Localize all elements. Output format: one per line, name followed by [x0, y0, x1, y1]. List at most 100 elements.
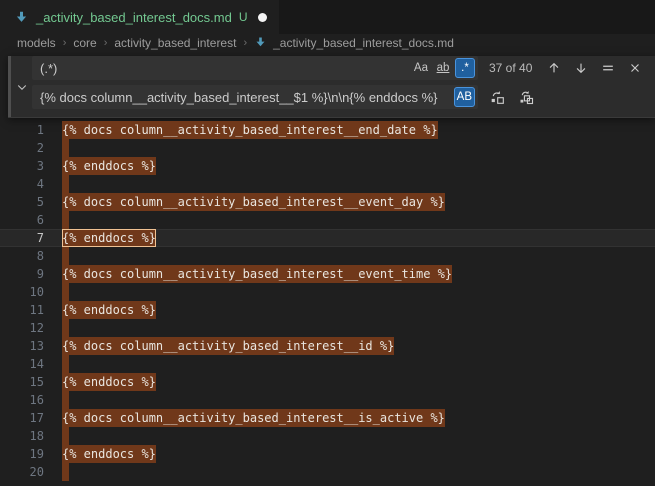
replace-actions — [487, 87, 536, 107]
find-in-selection-button[interactable] — [598, 58, 618, 78]
editor-line[interactable]: 8 — [0, 247, 655, 265]
line-content[interactable] — [62, 139, 69, 157]
line-number: 11 — [0, 301, 44, 319]
line-content[interactable]: {% enddocs %} — [62, 373, 156, 391]
line-content[interactable]: {% enddocs %} — [62, 301, 156, 319]
find-match-highlight — [62, 427, 69, 445]
modified-dot-icon[interactable] — [258, 13, 267, 22]
find-replace-widget: (.*) Aa ab .* 37 of 40 — [8, 56, 655, 118]
breadcrumb-file[interactable]: _activity_based_interest_docs.md — [273, 36, 454, 50]
find-match-highlight: {% enddocs %} — [62, 373, 156, 391]
find-match-highlight: {% enddocs %} — [62, 157, 156, 175]
breadcrumb-models[interactable]: models — [17, 36, 56, 50]
find-match-highlight: {% enddocs %} — [62, 301, 156, 319]
editor-line[interactable]: 7{% enddocs %} — [0, 229, 655, 247]
find-match-highlight — [62, 211, 69, 229]
line-number: 8 — [0, 247, 44, 265]
find-input[interactable]: (.*) Aa ab .* — [32, 56, 478, 80]
whole-word-toggle[interactable]: ab — [433, 58, 453, 78]
editor-line[interactable]: 12 — [0, 319, 655, 337]
editor-line[interactable]: 15 {% enddocs %} — [0, 373, 655, 391]
editor-line[interactable]: 2 — [0, 139, 655, 157]
line-content[interactable] — [62, 211, 69, 229]
editor-line[interactable]: 13 {% docs column__activity_based_interes… — [0, 337, 655, 355]
line-content[interactable] — [62, 247, 69, 265]
replace-input[interactable]: {% docs column__activity_based_interest_… — [32, 85, 478, 109]
find-match-highlight — [62, 319, 69, 337]
previous-match-button[interactable] — [544, 58, 564, 78]
markdown-file-icon — [14, 10, 29, 25]
regex-toggle[interactable]: .* — [455, 58, 475, 78]
preserve-case-toggle[interactable]: AB — [454, 87, 475, 107]
find-match-highlight — [62, 391, 69, 409]
editor: (.*) Aa ab .* 37 of 40 — [0, 56, 655, 481]
widget-resize-grip[interactable] — [8, 56, 11, 117]
chevron-right-icon: › — [63, 37, 67, 49]
line-content[interactable]: {% docs column__activity_based_interest_… — [62, 337, 394, 355]
line-number: 14 — [0, 355, 44, 373]
editor-line[interactable]: 3{% enddocs %} — [0, 157, 655, 175]
editor-line[interactable]: 6 — [0, 211, 655, 229]
close-find-button[interactable] — [625, 58, 645, 78]
editor-line[interactable]: 14 — [0, 355, 655, 373]
editor-line[interactable]: 10 — [0, 283, 655, 301]
replace-value-text: {% docs column__activity_based_interest_… — [40, 90, 452, 105]
find-query-text: (.*) — [40, 61, 409, 76]
line-number: 9 — [0, 265, 44, 283]
line-number: 4 — [0, 175, 44, 193]
line-number: 20 — [0, 463, 44, 481]
chevron-right-icon: › — [104, 37, 108, 49]
line-content[interactable]: {% enddocs %} — [62, 157, 156, 175]
line-content[interactable] — [62, 427, 69, 445]
match-count: 37 of 40 — [489, 61, 532, 75]
replace-button[interactable] — [487, 87, 507, 107]
breadcrumb-core[interactable]: core — [73, 36, 96, 50]
editor-line[interactable]: 19{% enddocs %} — [0, 445, 655, 463]
line-number: 13 — [0, 337, 44, 355]
editor-line[interactable]: 4 — [0, 175, 655, 193]
editor-line[interactable]: 16 — [0, 391, 655, 409]
find-match-highlight: {% docs column__activity_based_interest_… — [62, 193, 445, 211]
next-match-button[interactable] — [571, 58, 591, 78]
breadcrumb: models › core › activity_based_interest … — [0, 34, 655, 51]
match-case-toggle[interactable]: Aa — [411, 58, 431, 78]
editor-line[interactable]: 5 {% docs column__activity_based_interest… — [0, 193, 655, 211]
line-content[interactable] — [62, 463, 69, 481]
breadcrumb-activity-based-interest[interactable]: activity_based_interest — [114, 36, 236, 50]
find-match-highlight: {% docs column__activity_based_interest_… — [62, 265, 452, 283]
line-content[interactable] — [62, 319, 69, 337]
find-row: (.*) Aa ab .* 37 of 40 — [32, 56, 645, 80]
line-content[interactable]: {% enddocs %} — [62, 445, 156, 463]
find-match-highlight: {% docs column__activity_based_interest_… — [62, 409, 445, 427]
editor-line[interactable]: 18 — [0, 427, 655, 445]
line-content[interactable] — [62, 283, 69, 301]
tab-filename: _activity_based_interest_docs.md — [36, 10, 232, 25]
line-number: 1 — [0, 121, 44, 139]
line-content[interactable] — [62, 391, 69, 409]
line-content[interactable]: {% docs column__activity_based_interest_… — [62, 121, 438, 139]
tab-activity-docs[interactable]: _activity_based_interest_docs.md U — [0, 0, 279, 34]
tab-bar: _activity_based_interest_docs.md U — [0, 0, 655, 34]
editor-line[interactable]: 9 {% docs column__activity_based_interest… — [0, 265, 655, 283]
find-match-highlight: {% enddocs %} — [62, 445, 156, 463]
line-content[interactable]: {% docs column__activity_based_interest_… — [62, 193, 445, 211]
editor-line[interactable]: 17 {% docs column__activity_based_interes… — [0, 409, 655, 427]
toggle-replace-chevron-icon[interactable] — [15, 80, 29, 94]
find-match-highlight: {% docs column__activity_based_interest_… — [62, 337, 394, 355]
editor-line[interactable]: 20 — [0, 463, 655, 481]
find-match-highlight — [62, 463, 69, 481]
line-content[interactable] — [62, 355, 69, 373]
code-area: 1 {% docs column__activity_based_interest… — [0, 118, 655, 481]
line-content[interactable]: {% docs column__activity_based_interest_… — [62, 409, 445, 427]
line-content[interactable]: {% docs column__activity_based_interest_… — [62, 265, 452, 283]
line-number: 17 — [0, 409, 44, 427]
find-match-highlight: {% docs column__activity_based_interest_… — [62, 121, 438, 139]
editor-line[interactable]: 11 {% enddocs %} — [0, 301, 655, 319]
line-number: 15 — [0, 373, 44, 391]
line-number: 5 — [0, 193, 44, 211]
replace-all-button[interactable] — [516, 87, 536, 107]
line-content[interactable]: {% enddocs %} — [62, 229, 156, 247]
line-number: 12 — [0, 319, 44, 337]
editor-line[interactable]: 1 {% docs column__activity_based_interest… — [0, 121, 655, 139]
line-content[interactable] — [62, 175, 69, 193]
